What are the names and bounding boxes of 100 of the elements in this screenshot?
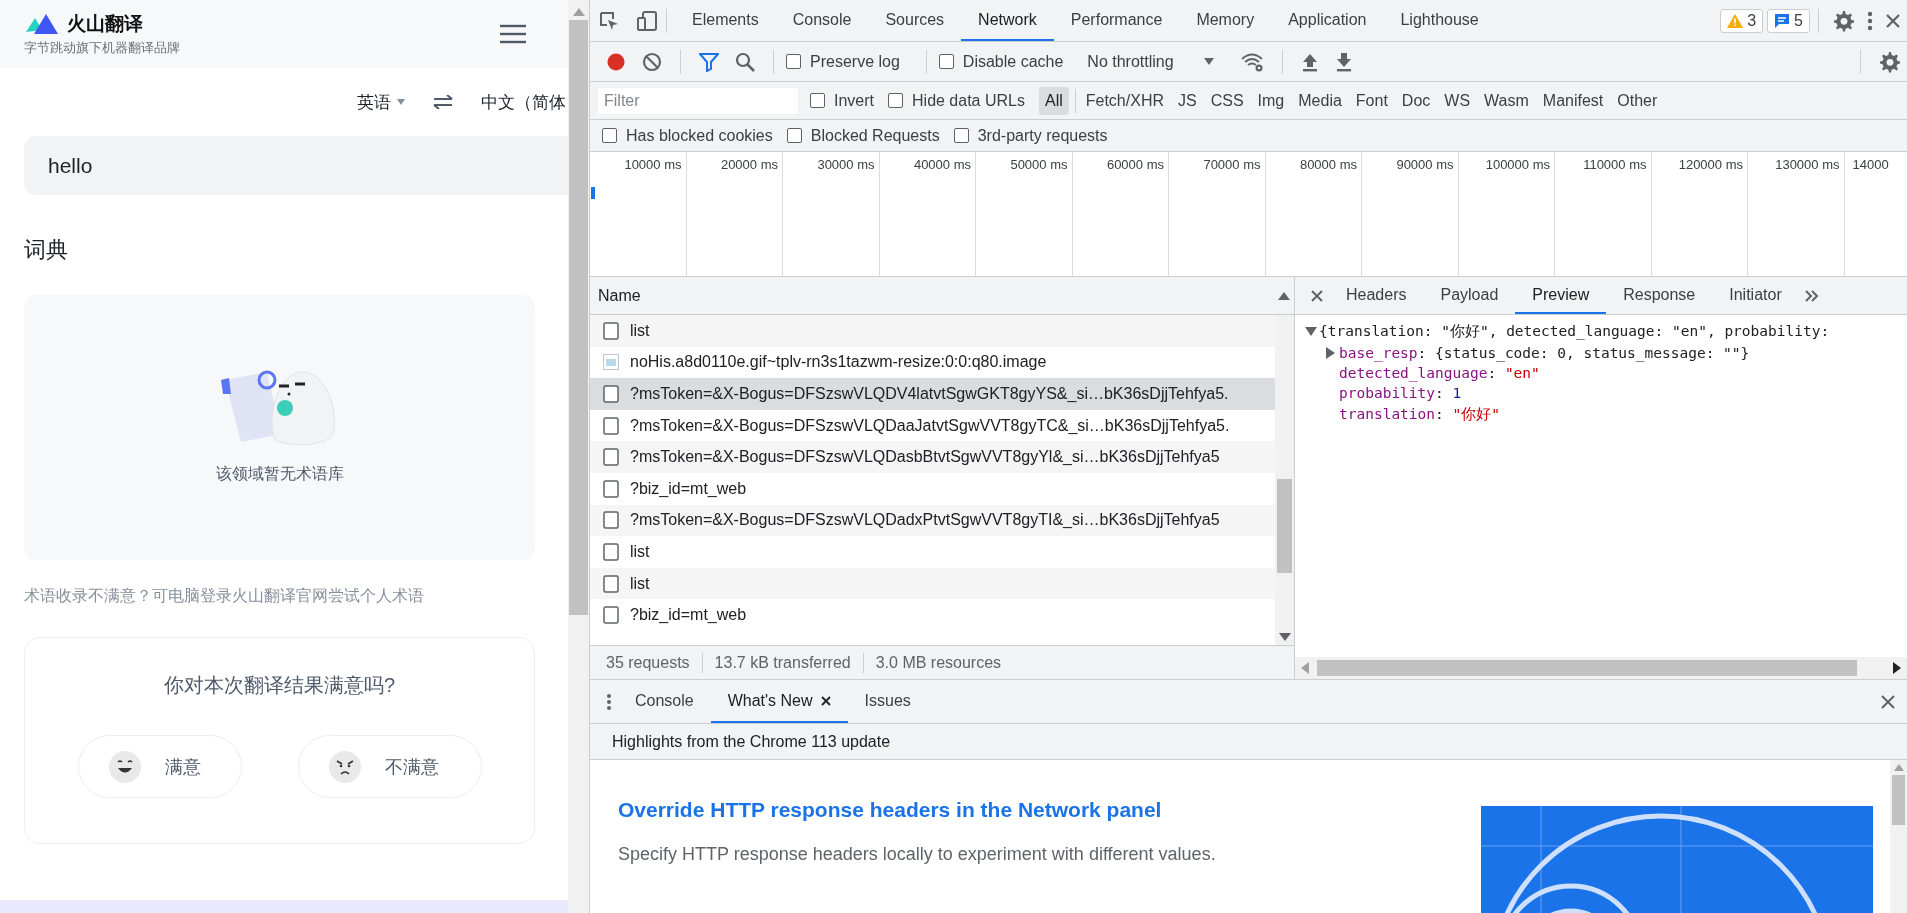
panel-tab[interactable]: Sources: [868, 0, 962, 41]
scrollbar[interactable]: [1295, 657, 1907, 679]
checkbox[interactable]: Disable cache: [938, 52, 1064, 71]
scrollbar[interactable]: [1890, 760, 1907, 913]
scroll-down-icon[interactable]: [1278, 633, 1291, 641]
request-row[interactable]: ?msToken=&X-Bogus=DFSzswVLQDasbBtvtSgwVVT8gyYl&_si…bK36sDjjTehfya5: [590, 441, 1275, 473]
file-icon: [603, 574, 619, 593]
type-filter[interactable]: Font: [1349, 86, 1394, 115]
drawer-tab[interactable]: Console: [618, 680, 711, 723]
timeline-tick: 100000 ms: [1458, 152, 1555, 276]
scroll-thumb[interactable]: [569, 20, 588, 615]
type-filter[interactable]: WS: [1438, 86, 1477, 115]
panel-tab[interactable]: Performance: [1053, 0, 1180, 41]
detail-tab[interactable]: Payload: [1423, 277, 1516, 314]
warning-icon: [1727, 13, 1744, 28]
summary-text: 13.7 kB transferred: [713, 653, 852, 672]
more-icon[interactable]: [1867, 10, 1873, 31]
feedback-button[interactable]: 满意: [77, 735, 242, 798]
checkbox[interactable]: Invert: [810, 91, 874, 110]
json-line: detected_language: "en": [1339, 365, 1540, 381]
panel-tab[interactable]: Memory: [1179, 0, 1272, 41]
feedback-button[interactable]: 不满意: [297, 735, 482, 798]
article-link[interactable]: Override HTTP response headers in the Network panel: [618, 798, 1481, 822]
search-icon[interactable]: [735, 51, 755, 72]
scroll-thumb[interactable]: [1892, 775, 1905, 825]
checkbox[interactable]: 3rd-party requests: [953, 126, 1108, 145]
type-filter[interactable]: All: [1038, 86, 1069, 115]
warnings-badge[interactable]: 3: [1720, 8, 1764, 33]
clear-icon[interactable]: [642, 51, 662, 72]
record-icon[interactable]: [606, 51, 626, 72]
throttling-select[interactable]: No throttling: [1081, 51, 1220, 72]
logo-icon: [24, 12, 60, 36]
type-filter[interactable]: Media: [1292, 86, 1348, 115]
detail-tab[interactable]: Preview: [1515, 277, 1607, 314]
more-tabs-icon[interactable]: [1804, 289, 1819, 302]
swap-icon[interactable]: [433, 95, 453, 109]
detail-tab[interactable]: Initiator: [1712, 277, 1799, 314]
scrollbar[interactable]: [1275, 315, 1294, 645]
scroll-up-icon[interactable]: [1278, 291, 1290, 300]
panel-tab[interactable]: Console: [775, 0, 869, 41]
file-icon: [603, 321, 619, 340]
close-icon[interactable]: [820, 695, 831, 706]
expanded-triangle-icon[interactable]: [1303, 326, 1319, 337]
timeline-tick: 70000 ms: [1169, 152, 1266, 276]
request-row[interactable]: list: [590, 315, 1275, 347]
article-description: Specify HTTP response headers locally to experiment with different values.: [618, 844, 1217, 865]
source-language-select[interactable]: 英语: [357, 90, 405, 114]
section-heading: 词典: [24, 236, 69, 264]
scroll-thumb[interactable]: [1277, 479, 1292, 573]
wifi-settings-icon[interactable]: [1239, 51, 1264, 72]
scrollbar[interactable]: [568, 0, 590, 913]
detail-tab[interactable]: Response: [1606, 277, 1713, 314]
panel-tab[interactable]: Application: [1271, 0, 1384, 41]
file-icon: [603, 542, 619, 561]
checkbox[interactable]: Has blocked cookies: [602, 126, 773, 145]
feedback-question: 你对本次翻译结果满意吗?: [163, 673, 396, 698]
type-filter[interactable]: Other: [1611, 86, 1664, 115]
summary-text: 3.0 MB resources: [874, 653, 1003, 672]
type-filter[interactable]: JS: [1172, 86, 1203, 115]
type-filter[interactable]: Fetch/XHR: [1079, 86, 1170, 115]
waterfall-bar: [591, 187, 595, 199]
messages-badge[interactable]: 5: [1767, 8, 1810, 33]
filter-icon[interactable]: [699, 51, 719, 72]
timeline-tick: 50000 ms: [976, 152, 1073, 276]
file-icon: [603, 606, 619, 625]
request-row[interactable]: list: [590, 567, 1275, 600]
more-icon[interactable]: [606, 692, 612, 711]
filter-input[interactable]: Filter: [598, 87, 798, 114]
drawer-tab[interactable]: Issues: [847, 680, 928, 723]
checkbox[interactable]: Blocked Requests: [786, 126, 940, 145]
type-filter[interactable]: Wasm: [1478, 86, 1535, 115]
panel-tab[interactable]: Elements: [675, 0, 776, 41]
request-row[interactable]: ?msToken=&X-Bogus=DFSzswVLQDadxPtvtSgwVVT8gyTI&_si…bK36sDjjTehfya5: [590, 504, 1275, 537]
target-language-select[interactable]: 中文（简体: [481, 90, 566, 114]
device-icon[interactable]: [636, 9, 658, 32]
timeline-tick: 60000 ms: [1072, 152, 1169, 276]
detail-tab[interactable]: Headers: [1329, 277, 1424, 314]
type-filter[interactable]: CSS: [1204, 86, 1250, 115]
json-line: {translation: "你好", detected_language: "en", probability:: [1319, 322, 1830, 341]
menu-icon[interactable]: [500, 24, 526, 44]
panel-tab[interactable]: Lighthouse: [1383, 0, 1496, 41]
scroll-right-icon[interactable]: [1893, 662, 1901, 674]
json-line: probability: 1: [1339, 385, 1462, 401]
checkbox[interactable]: Hide data URLs: [888, 91, 1025, 110]
column-header[interactable]: Name: [598, 286, 641, 305]
json-line: base_resp: {status_code: 0, status_message: ""}: [1339, 345, 1750, 361]
scroll-thumb[interactable]: [1317, 660, 1857, 676]
text-input[interactable]: hello: [24, 136, 568, 195]
request-row[interactable]: ?msToken=&X-Bogus=DFSzswVLQDV4latvtSgwGKT8gyYS&_si…bK36sDjjTehfya5.: [590, 378, 1275, 410]
type-filter[interactable]: Img: [1251, 86, 1291, 115]
inspect-icon[interactable]: [598, 9, 620, 32]
settings-icon[interactable]: [1879, 50, 1901, 73]
type-filter[interactable]: Doc: [1395, 86, 1437, 115]
checkbox[interactable]: Preserve log: [786, 52, 900, 71]
timeline-tick: 80000 ms: [1265, 152, 1362, 276]
brand-name: 火山翻译: [67, 12, 143, 36]
settings-icon[interactable]: [1833, 9, 1855, 32]
download-icon[interactable]: [1334, 51, 1353, 72]
type-filter[interactable]: Manifest: [1536, 86, 1610, 115]
file-icon: [603, 479, 619, 498]
